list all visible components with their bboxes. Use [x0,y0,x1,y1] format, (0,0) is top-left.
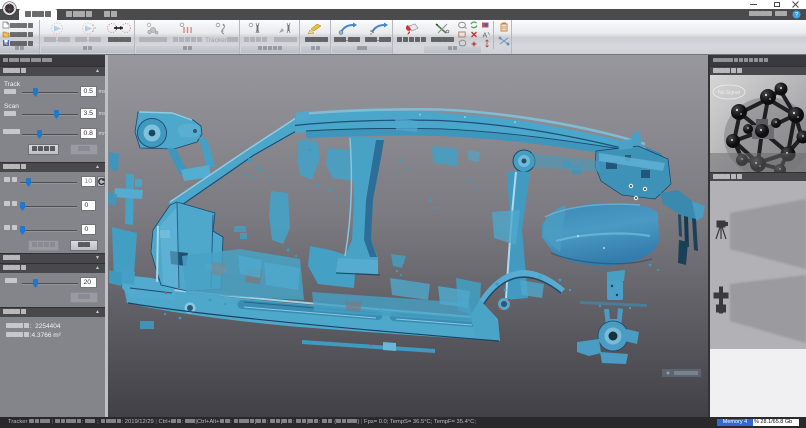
svg-text:A: A [483,33,488,40]
svg-text:No Signal: No Signal [718,90,740,96]
